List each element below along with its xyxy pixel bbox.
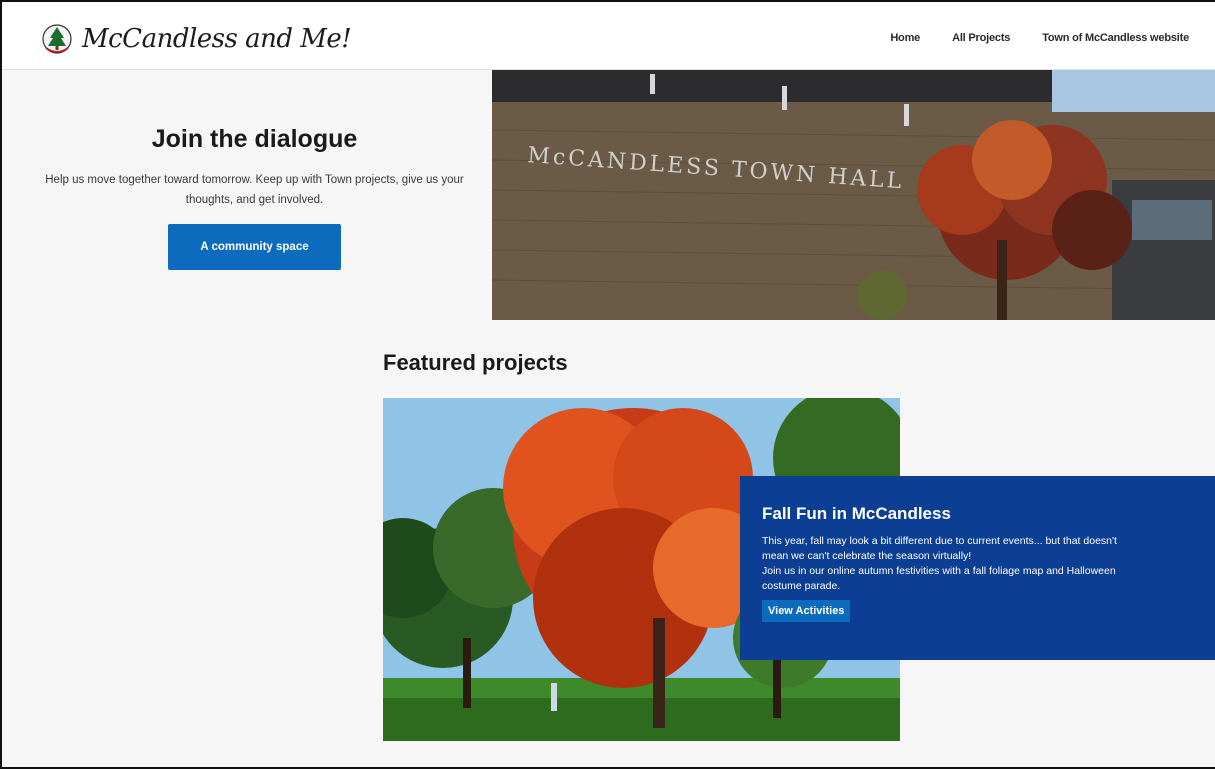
town-hall-image: McCANDLESS TOWN HALL <box>492 70 1215 320</box>
site-header: McCandless and Me! Home All Projects Tow… <box>2 2 1215 70</box>
main-nav: Home All Projects Town of McCandless web… <box>890 32 1189 44</box>
nav-home[interactable]: Home <box>890 32 920 44</box>
site-logo[interactable]: McCandless and Me! <box>42 22 352 56</box>
card-description-line: Join us in our online autumn festivities… <box>762 565 1116 577</box>
featured-project-card: Fall Fun in McCandless This year, fall m… <box>740 476 1215 660</box>
view-activities-button[interactable]: View Activities <box>762 600 851 622</box>
nav-town-website[interactable]: Town of McCandless website <box>1042 32 1189 44</box>
nav-all-projects[interactable]: All Projects <box>952 32 1010 44</box>
card-description-line: mean we can't celebrate the season virtu… <box>762 550 972 562</box>
card-title: Fall Fun in McCandless <box>762 504 951 523</box>
featured-projects-heading: Featured projects <box>383 350 568 375</box>
tree-emblem-icon <box>42 24 72 54</box>
hero-title: Join the dialogue <box>151 125 358 153</box>
community-space-button[interactable]: A community space <box>168 224 341 270</box>
hero-description: Help us move together toward tomorrow. K… <box>45 174 464 206</box>
card-description-line: costume parade. <box>762 580 841 592</box>
logo-text: McCandless and Me! <box>82 24 352 54</box>
hero-section: Join the dialogue Help us move together … <box>2 70 492 320</box>
card-description-line: This year, fall may look a bit different… <box>762 535 1117 547</box>
